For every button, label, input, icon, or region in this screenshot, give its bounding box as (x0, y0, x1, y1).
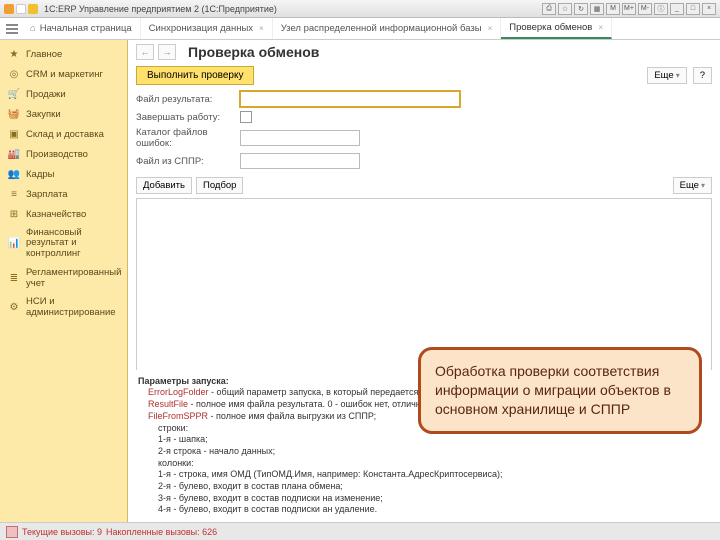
list-icon: ≣ (8, 272, 20, 284)
tab-home-label: Начальная страница (40, 23, 132, 34)
tab-check[interactable]: Проверка обменов × (501, 18, 612, 39)
callout-text: Обработка проверки соответствия информац… (435, 363, 671, 417)
tab-sync[interactable]: Синхронизация данных × (141, 18, 273, 39)
window-title: 1С:ERP Управление предприятием 2 (1С:Пре… (44, 4, 277, 14)
param-filesppr-desc: - полное имя файла выгрузки из СППР; (208, 411, 376, 421)
cols-header: колонки: (158, 458, 710, 470)
sidebar-item-nsi[interactable]: ⚙НСИ и администрирование (0, 293, 127, 322)
close-icon[interactable]: × (259, 24, 264, 33)
callout-box: Обработка проверки соответствия информац… (418, 347, 702, 434)
help-button[interactable]: ? (693, 67, 712, 84)
basket-icon: 🧺 (8, 108, 20, 120)
tb-btn-m2[interactable]: M+ (622, 3, 636, 15)
app-icon (4, 4, 14, 14)
app-icon-3 (28, 4, 38, 14)
label-error-folder: Каталог файлов ошибок: (136, 127, 236, 149)
col-3: 3-я - булево, входит в состав подписки н… (158, 493, 710, 505)
error-folder-input[interactable] (240, 130, 360, 146)
page-title: Проверка обменов (188, 44, 319, 60)
action-row: Выполнить проверку Еще▾ ? (128, 64, 720, 91)
target-icon: ◎ (8, 68, 20, 80)
tb-btn-m3[interactable]: M- (638, 3, 652, 15)
tab-home[interactable]: ⌂ Начальная страница (22, 18, 141, 39)
file-sppr-input[interactable] (240, 153, 360, 169)
param-filesppr-name: FileFromSPPR (148, 411, 208, 421)
status-accum: Накопленные вызовы: 626 (106, 527, 217, 537)
sidebar-item-regaccount[interactable]: ≣Регламентированный учет (0, 263, 127, 293)
sidebar-item-sales[interactable]: 🛒Продажи (0, 84, 127, 104)
tb-btn-info[interactable]: ⓘ (654, 3, 668, 15)
status-current: Текущие вызовы: 9 (22, 527, 102, 537)
window-minimize[interactable]: _ (670, 3, 684, 15)
sidebar-item-salary[interactable]: ≡Зарплата (0, 184, 127, 204)
tb-btn-history[interactable]: ↻ (574, 3, 588, 15)
status-icon (6, 526, 18, 538)
tabbar: ⌂ Начальная страница Синхронизация данны… (0, 18, 720, 40)
tb-btn-calc[interactable]: ▦ (590, 3, 604, 15)
result-file-input[interactable] (240, 91, 460, 107)
chart-icon: 📊 (8, 238, 20, 250)
titlebar-left-icons (4, 4, 38, 14)
run-check-button[interactable]: Выполнить проверку (136, 66, 254, 85)
factory-icon: 🏭 (8, 148, 20, 160)
params-header: Параметры запуска: (138, 376, 229, 386)
sidebar-item-finance[interactable]: 📊Финансовый результат и контроллинг (0, 224, 127, 263)
label-result-file: Файл результата: (136, 94, 236, 105)
sidebar-item-crm[interactable]: ◎CRM и маркетинг (0, 64, 127, 84)
status-bar: Текущие вызовы: 9 Накопленные вызовы: 62… (0, 522, 720, 540)
sidebar-item-warehouse[interactable]: ▣Склад и доставка (0, 124, 127, 144)
people-icon: 👥 (8, 168, 20, 180)
col-4: 4-я - булево, входит в состав подписки а… (158, 504, 710, 516)
nav-back[interactable]: ← (136, 44, 154, 60)
more-button[interactable]: Еще▾ (647, 67, 686, 84)
tb-btn-print[interactable]: ⎙ (542, 3, 556, 15)
home-icon: ⌂ (30, 23, 36, 34)
list-toolbar: Добавить Подбор Еще▾ (128, 173, 720, 198)
tab-node[interactable]: Узел распределенной информационной базы … (273, 18, 502, 39)
gear-icon: ⚙ (8, 302, 20, 314)
box-icon: ▣ (8, 128, 20, 140)
sidebar-item-main[interactable]: ★Главное (0, 44, 127, 64)
tb-btn-m1[interactable]: M (606, 3, 620, 15)
tab-check-label: Проверка обменов (509, 22, 592, 33)
cart-icon: 🛒 (8, 88, 20, 100)
sidebar: ★Главное ◎CRM и маркетинг 🛒Продажи 🧺Заку… (0, 40, 128, 522)
finish-work-checkbox[interactable] (240, 111, 252, 123)
chevron-down-icon: ▾ (701, 181, 705, 190)
line-1: 1-я - шапка; (158, 434, 710, 446)
safe-icon: ⊞ (8, 208, 20, 220)
col-1: 1-я - строка, имя ОМД (ТипОМД.Имя, напри… (158, 469, 710, 481)
tab-sync-label: Синхронизация данных (149, 23, 253, 34)
form: Файл результата: Завершать работу: Катал… (128, 91, 720, 173)
sidebar-item-production[interactable]: 🏭Производство (0, 144, 127, 164)
window-titlebar: 1С:ERP Управление предприятием 2 (1С:Пре… (0, 0, 720, 18)
list-more-button[interactable]: Еще▾ (673, 177, 712, 194)
param-errorlog-name: ErrorLogFolder (148, 387, 209, 397)
select-button[interactable]: Подбор (196, 177, 243, 194)
tb-btn-fav[interactable]: ☆ (558, 3, 572, 15)
label-finish-work: Завершать работу: (136, 112, 236, 123)
chevron-down-icon: ▾ (676, 71, 680, 80)
add-button[interactable]: Добавить (136, 177, 192, 194)
close-icon[interactable]: × (598, 23, 603, 32)
main-area: ← → Проверка обменов Выполнить проверку … (128, 40, 720, 522)
money-icon: ≡ (8, 188, 20, 200)
page-toolbar: ← → Проверка обменов (128, 40, 720, 64)
window-maximize[interactable]: □ (686, 3, 700, 15)
col-2: 2-я - булево, входит в состав плана обме… (158, 481, 710, 493)
line-2: 2-я строка - начало данных; (158, 446, 710, 458)
nav-forward[interactable]: → (158, 44, 176, 60)
sidebar-item-treasury[interactable]: ⊞Казначейство (0, 204, 127, 224)
app-icon-2 (16, 4, 26, 14)
window-close[interactable]: × (702, 3, 716, 15)
sidebar-item-hr[interactable]: 👥Кадры (0, 164, 127, 184)
sidebar-item-purchase[interactable]: 🧺Закупки (0, 104, 127, 124)
menu-burger[interactable] (2, 18, 22, 39)
star-icon: ★ (8, 48, 20, 60)
label-file-sppr: Файл из СППР: (136, 156, 236, 167)
close-icon[interactable]: × (488, 24, 493, 33)
tab-node-label: Узел распределенной информационной базы (281, 23, 482, 34)
param-resultfile-name: ResultFile (148, 399, 188, 409)
